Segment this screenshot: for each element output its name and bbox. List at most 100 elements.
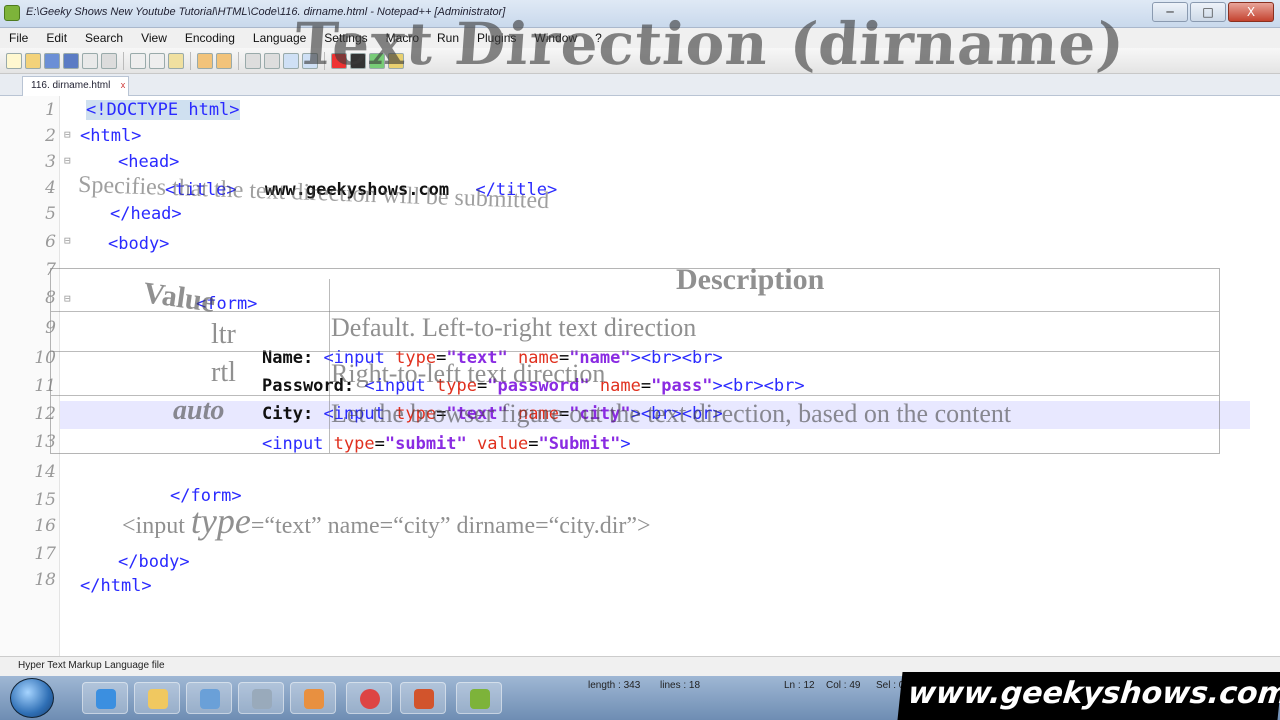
toolbar-separator (123, 51, 124, 70)
menu-search[interactable]: Search (76, 28, 132, 48)
code-line-3: <head> (118, 152, 179, 172)
table-divider (51, 311, 1219, 312)
app-icon (200, 689, 220, 709)
taskbar-notepadpp[interactable] (456, 682, 502, 714)
table-cell-value: rtl (211, 357, 236, 388)
taskbar-powerpoint[interactable] (400, 682, 446, 714)
head-close-tag: </head> (110, 204, 182, 224)
overlay-slide-title: Text Direction (dirname) (292, 10, 1128, 78)
code-line-17: </body> (118, 552, 190, 572)
table-cell-description: Let the browser figure out the text dire… (331, 399, 1012, 428)
search-icon (252, 689, 272, 709)
start-button[interactable] (10, 678, 54, 718)
table-header-description: Description (676, 263, 825, 296)
overlay-example-code: <input type=“text” name=“city” dirname=“… (122, 500, 651, 542)
taskbar-app[interactable] (186, 682, 232, 714)
media-player-icon (304, 689, 324, 709)
line-number: 2 (45, 126, 56, 146)
table-cell-value: ltr (211, 319, 236, 350)
paste-icon[interactable] (168, 52, 184, 69)
html-open-tag: <html> (80, 126, 142, 146)
new-file-icon[interactable] (6, 52, 22, 69)
menu-edit[interactable]: Edit (37, 28, 76, 48)
line-number: 14 (34, 462, 56, 482)
site-watermark: www.geekyshows.com (897, 672, 1280, 720)
code-line-6: <body> (108, 234, 169, 254)
taskbar-app[interactable] (238, 682, 284, 714)
menu-encoding[interactable]: Encoding (176, 28, 244, 48)
line-number: 1 (45, 100, 56, 120)
fold-marker-icon[interactable]: ⊟ (64, 154, 71, 167)
line-number: 15 (34, 490, 56, 510)
find-icon[interactable] (245, 52, 261, 69)
line-number: 13 (34, 432, 56, 452)
taskbar-explorer[interactable] (134, 682, 180, 714)
taskbar-media[interactable] (290, 682, 336, 714)
save-all-icon[interactable] (63, 52, 79, 69)
body-close-tag: </body> (118, 552, 190, 572)
line-number: 10 (34, 348, 56, 368)
tab-close-icon[interactable]: x (121, 80, 126, 90)
close-button[interactable]: X (1228, 2, 1274, 22)
table-column-divider (329, 279, 330, 453)
line-number: 7 (45, 260, 56, 280)
close-file-icon[interactable] (82, 52, 98, 69)
table-cell-description: Right-to-left text direction (331, 359, 606, 388)
maximize-button[interactable]: □ (1190, 2, 1226, 22)
table-divider (51, 351, 1219, 352)
minimize-button[interactable]: ─ (1152, 2, 1188, 22)
cut-icon[interactable] (130, 52, 146, 69)
menu-view[interactable]: View (132, 28, 176, 48)
undo-icon[interactable] (197, 52, 213, 69)
taskbar-chrome[interactable] (346, 682, 392, 714)
table-header-value: Value (141, 276, 218, 319)
tab-dirname-html[interactable]: 116. dirname.html x (22, 76, 130, 96)
internet-explorer-icon (96, 689, 116, 709)
line-number: 17 (34, 544, 56, 564)
line-number: 8 (45, 288, 56, 308)
overlay-dirname-table: Value Description ltr Default. Left-to-r… (50, 263, 1220, 454)
status-length: length : 343 (588, 680, 641, 691)
copy-icon[interactable] (149, 52, 165, 69)
head-open-tag: <head> (118, 152, 180, 172)
status-file-type: Hyper Text Markup Language file (18, 660, 165, 671)
menu-file[interactable]: File (0, 28, 37, 48)
toolbar-separator (238, 51, 239, 70)
tab-label: 116. dirname.html (31, 80, 111, 91)
taskbar-ie[interactable] (82, 682, 128, 714)
replace-icon[interactable] (264, 52, 280, 69)
status-col: Col : 49 (826, 680, 861, 691)
print-icon[interactable] (101, 52, 117, 69)
code-line-2: <html> (80, 126, 141, 146)
status-lines: lines : 18 (660, 680, 701, 691)
line-number: 11 (34, 376, 56, 396)
line-number: 9 (45, 318, 56, 338)
status-line: Ln : 12 (784, 680, 815, 691)
folder-icon (148, 689, 168, 709)
example-type-keyword: type (190, 501, 251, 541)
code-line-5: </head> (110, 204, 182, 224)
line-number: 4 (45, 178, 56, 198)
table-cell-value: auto (173, 395, 225, 426)
notepad-plus-plus-icon (4, 5, 20, 21)
doctype-token: <!DOCTYPE html> (86, 100, 240, 120)
code-line-18: </html> (80, 576, 152, 596)
line-number: 6 (45, 232, 56, 252)
toolbar-separator (190, 51, 191, 70)
save-icon[interactable] (44, 52, 60, 69)
redo-icon[interactable] (216, 52, 232, 69)
window-controls: ─ □ X (1152, 2, 1274, 22)
line-number: 3 (45, 152, 56, 172)
table-cell-description: Default. Left-to-right text direction (331, 313, 697, 342)
example-attributes: =“text” name=“city” dirname=“city.dir”> (250, 513, 651, 539)
fold-marker-icon[interactable]: ⊟ (64, 234, 71, 247)
chrome-icon (360, 689, 380, 709)
open-file-icon[interactable] (25, 52, 41, 69)
fold-marker-icon[interactable]: ⊟ (64, 128, 71, 141)
line-number: 5 (45, 204, 56, 224)
html-close-tag: </html> (80, 576, 152, 596)
line-number: 18 (34, 570, 56, 590)
example-input-tag: <input (122, 513, 185, 539)
body-open-tag: <body> (108, 234, 170, 254)
notepad-plus-plus-icon (470, 689, 490, 709)
